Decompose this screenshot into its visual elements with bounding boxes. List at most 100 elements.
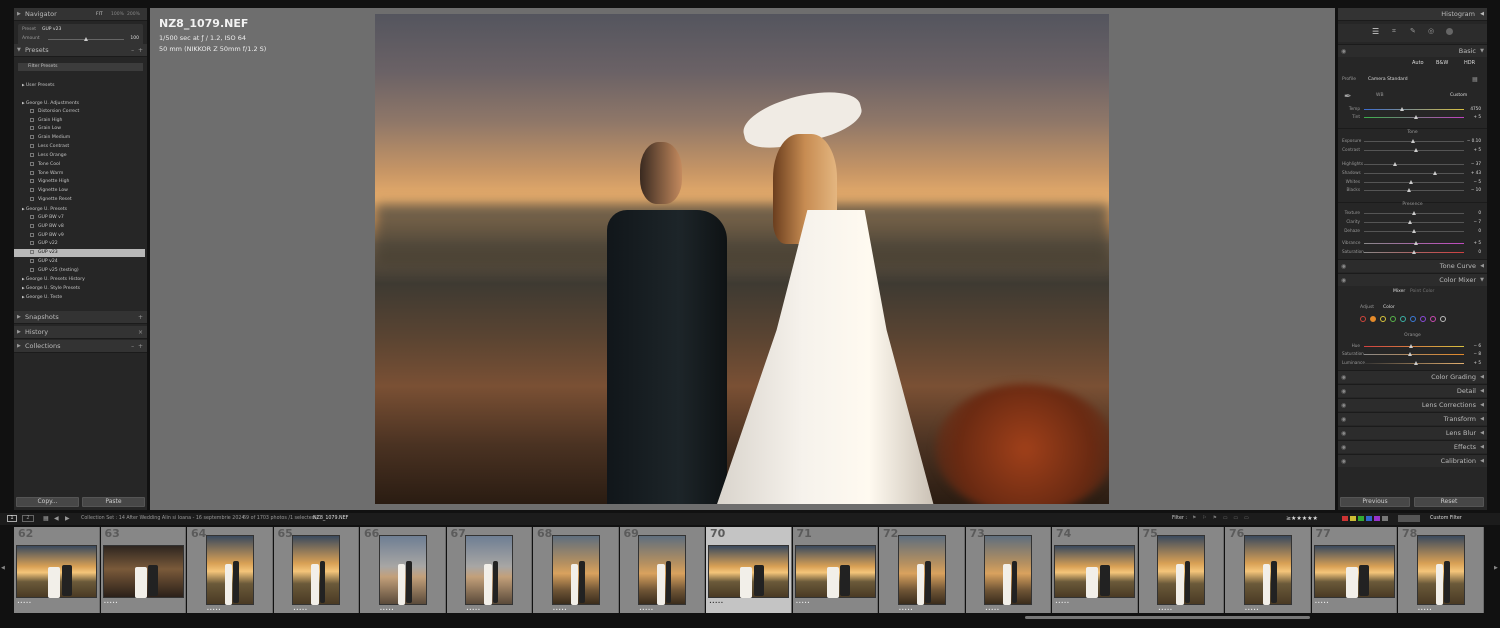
filmstrip-cell[interactable]: 77 ••••• [1311, 527, 1397, 613]
preset-item[interactable]: GUP BW v8 [30, 223, 64, 231]
forward-arrow-icon[interactable]: ▶ [65, 513, 70, 525]
eye-icon[interactable]: ◉ [1341, 385, 1346, 398]
mixer-tab[interactable]: Mixer [1393, 289, 1405, 294]
history-header[interactable]: ▶ History × [14, 326, 147, 339]
section-lens-corrections[interactable]: ◉ Lens Corrections ◀ [1338, 398, 1487, 411]
zoom-fit[interactable]: FIT [96, 8, 103, 21]
preset-item[interactable]: Less Orange [30, 152, 67, 160]
filmstrip-cell[interactable]: 63 ••••• [100, 527, 186, 613]
amount-slider-knob[interactable] [84, 37, 88, 41]
grid-icon[interactable]: ▦ [43, 513, 49, 525]
paste-button[interactable]: Paste [82, 497, 145, 507]
thumbnail[interactable] [1157, 535, 1206, 605]
auto-button[interactable]: Auto [1412, 60, 1424, 66]
filmstrip-right-arrow-icon[interactable]: ▶ [1494, 565, 1498, 571]
whites-knob[interactable] [1408, 179, 1413, 184]
wb-select[interactable]: Custom [1450, 93, 1467, 98]
preset-item[interactable]: Tone Cool [30, 161, 60, 169]
preset-item[interactable]: Grain Medium [30, 134, 70, 142]
hue-value[interactable]: − 6 [1473, 342, 1481, 350]
dehaze-slider[interactable]: Dehaze 0 [1342, 227, 1483, 235]
clarity-track[interactable] [1364, 222, 1464, 223]
thumbnail[interactable] [708, 545, 790, 598]
msat-knob[interactable] [1407, 351, 1412, 356]
eye-icon[interactable]: ◉ [1341, 45, 1346, 58]
preset-item[interactable]: Vignette Reset [30, 196, 72, 204]
rating-stars[interactable]: ••••• [796, 600, 810, 605]
rating-stars[interactable]: ••••• [639, 607, 653, 612]
preset-item[interactable]: Vignette Low [30, 187, 68, 195]
filmstrip-cell[interactable]: 65 ••••• [273, 527, 359, 613]
eye-icon[interactable]: ◉ [1341, 413, 1346, 426]
clarity-value[interactable]: − 7 [1473, 218, 1481, 226]
color-label-red[interactable] [1342, 516, 1348, 521]
preset-value[interactable]: GUP v23 [42, 27, 61, 32]
highlights-value[interactable]: − 37 [1471, 160, 1481, 168]
crop-icon[interactable]: ⌗ [1392, 27, 1396, 36]
preset-item[interactable]: Grain High [30, 117, 62, 125]
color-label-yellow[interactable] [1350, 516, 1356, 521]
current-file[interactable]: NZ8_1079.NEF [313, 513, 348, 525]
rating-stars[interactable]: ••••• [709, 600, 723, 605]
profile-select[interactable]: Camera Standard [1368, 77, 1408, 82]
whites-value[interactable]: − 5 [1473, 178, 1481, 186]
hue-track[interactable] [1364, 346, 1464, 347]
main-photo[interactable] [375, 14, 1109, 504]
eye-icon[interactable]: ◉ [1341, 274, 1346, 287]
red-swatch[interactable] [1360, 316, 1366, 322]
filmstrip-cell[interactable]: 62 ••••• [14, 527, 100, 613]
filmstrip-cell[interactable]: 73 ••••• [965, 527, 1051, 613]
hue-slider[interactable]: Hue − 6 [1342, 342, 1483, 350]
navigator-header[interactable]: ▶ Navigator FIT 100% 200% [14, 8, 147, 21]
hue-knob[interactable] [1408, 343, 1413, 348]
lum-value[interactable]: + 5 [1473, 359, 1481, 367]
collection-path[interactable]: Collection Set : 14 After Wedding Alin s… [81, 513, 245, 525]
eye-icon[interactable]: ◉ [1341, 260, 1346, 273]
lum-knob[interactable] [1413, 360, 1418, 365]
preset-item[interactable]: GUP BW v9 [30, 232, 64, 240]
thumbnail[interactable] [102, 545, 184, 598]
contrast-knob[interactable] [1413, 147, 1418, 152]
filmstrip-cell[interactable]: 67 ••••• [446, 527, 532, 613]
all-swatch[interactable] [1440, 316, 1446, 322]
texture-knob[interactable] [1411, 210, 1416, 215]
green-swatch[interactable] [1390, 316, 1396, 322]
aqua-swatch[interactable] [1400, 316, 1406, 322]
msat-slider[interactable]: Saturation − 8 [1342, 350, 1483, 358]
section-lens-blur[interactable]: ◉ Lens Blur ◀ [1338, 426, 1487, 439]
whites-track[interactable] [1364, 182, 1464, 183]
contrast-value[interactable]: + 5 [1473, 146, 1481, 154]
vibrance-slider[interactable]: Vibrance + 5 [1342, 239, 1483, 247]
thumbnail[interactable] [1243, 535, 1292, 605]
preset-item[interactable]: ▶ George U. Presets History [22, 275, 85, 283]
color-label-purple[interactable] [1374, 516, 1380, 521]
msat-track[interactable] [1364, 354, 1464, 355]
temp-slider[interactable]: Temp 4750 [1342, 105, 1483, 113]
saturation-value[interactable]: 0 [1478, 248, 1481, 256]
temp-track[interactable] [1364, 109, 1464, 110]
preset-item[interactable]: ▶ George U. Presets [22, 205, 67, 213]
filmstrip-cell[interactable]: 75 ••••• [1138, 527, 1224, 613]
zoom-100[interactable]: 100% [111, 8, 124, 21]
flag-filter-icons[interactable]: ⚑⚐⚑▭▭▭ [1192, 513, 1255, 525]
section-transform[interactable]: ◉ Transform ◀ [1338, 412, 1487, 425]
thumbnail[interactable] [897, 535, 946, 605]
presets-header[interactable]: ▼ Presets – + [14, 44, 147, 57]
filmstrip-left-arrow-icon[interactable]: ◀ [1, 565, 5, 571]
adjust-select[interactable]: Color [1383, 305, 1395, 310]
section-effects[interactable]: ◉ Effects ◀ [1338, 440, 1487, 453]
preset-item[interactable]: Tone Warm [30, 170, 63, 178]
section-color-grading[interactable]: ◉ Color Grading ◀ [1338, 370, 1487, 383]
dehaze-value[interactable]: 0 [1478, 227, 1481, 235]
rating-stars[interactable]: ••••• [207, 607, 221, 612]
tint-knob[interactable] [1413, 114, 1418, 119]
rating-stars[interactable]: ••••• [1158, 607, 1172, 612]
rating-stars[interactable]: ••••• [104, 600, 118, 605]
custom-filter-select[interactable]: Custom Filter [1430, 513, 1462, 525]
rating-stars[interactable]: ••••• [1055, 600, 1069, 605]
thumbnail[interactable] [1313, 545, 1395, 598]
add-snapshot-icon[interactable]: + [138, 311, 143, 324]
exposure-value[interactable]: − 0.10 [1467, 137, 1481, 145]
add-preset-icon[interactable]: – + [131, 44, 143, 57]
reset-button[interactable]: Reset [1414, 497, 1484, 507]
